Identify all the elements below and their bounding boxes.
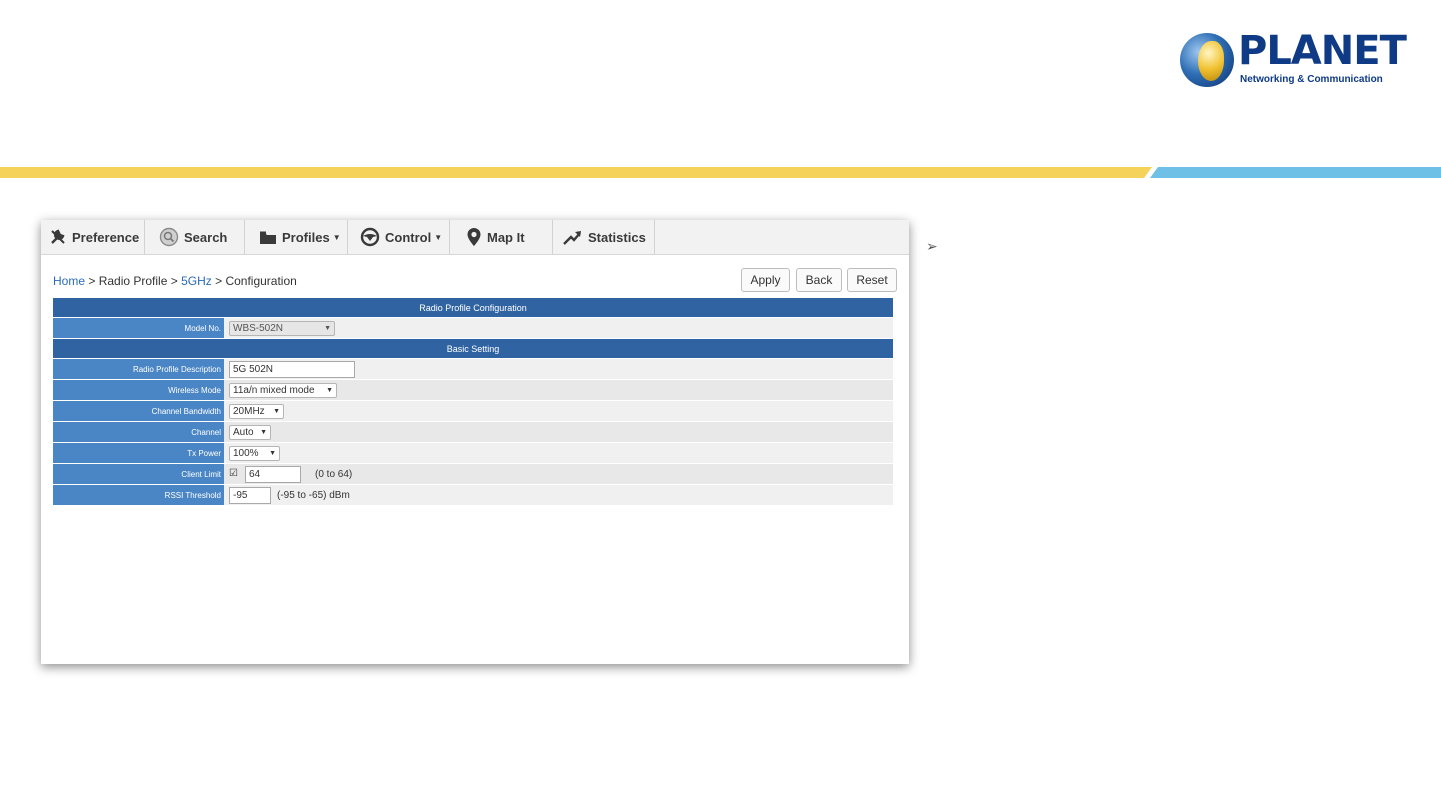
nav-statistics-label: Statistics xyxy=(588,229,646,245)
chevron-down-icon: ▼ xyxy=(273,407,280,415)
model-label: Model No. xyxy=(53,318,224,338)
nav-map-it-label: Map It xyxy=(487,229,525,245)
logo-tagline: Networking & Communication xyxy=(1240,74,1383,85)
breadcrumb-current: > Configuration xyxy=(211,274,297,288)
wrench-icon xyxy=(51,229,65,244)
chevron-down-icon: ▼ xyxy=(269,449,276,457)
stripe-yellow xyxy=(0,167,1152,178)
nav-map-it[interactable]: Map It xyxy=(450,220,553,254)
nav-preference-label: Preference xyxy=(72,229,140,245)
screenshot-panel: Preference Search Profiles ▼ Control ▼ Map… xyxy=(41,220,909,664)
row-bandwidth: Channel Bandwidth 20MHz ▼ xyxy=(53,401,893,422)
map-pin-icon xyxy=(467,228,481,246)
steering-wheel-icon xyxy=(360,227,380,247)
client-limit-hint: (0 to 64) xyxy=(315,468,353,480)
chevron-down-icon: ▼ xyxy=(324,324,331,332)
wireless-mode-select[interactable]: 11a/n mixed mode ▼ xyxy=(229,382,337,398)
wireless-mode-label: Wireless Mode xyxy=(53,380,224,400)
reset-button[interactable]: Reset xyxy=(847,268,897,292)
apply-button[interactable]: Apply xyxy=(741,268,790,292)
channel-select[interactable]: Auto ▼ xyxy=(229,424,271,440)
description-cell: 5G 502N xyxy=(224,359,893,379)
row-description: Radio Profile Description 5G 502N xyxy=(53,359,893,380)
logo-wordmark: PLANET xyxy=(1238,28,1407,74)
rssi-input[interactable]: -95 xyxy=(229,486,271,504)
description-input[interactable]: 5G 502N xyxy=(229,360,355,378)
trend-arrow-icon xyxy=(563,231,581,245)
model-value: WBS-502N xyxy=(233,322,284,334)
rssi-cell: -95 (-95 to -65) dBm xyxy=(224,485,893,505)
chevron-down-icon: ▼ xyxy=(332,232,341,242)
row-rssi: RSSI Threshold -95 (-95 to -65) dBm xyxy=(53,485,893,506)
client-limit-input[interactable]: 64 xyxy=(245,465,301,483)
breadcrumb-separator: > Radio Profile > xyxy=(85,274,182,288)
rssi-hint: (-95 to -65) dBm xyxy=(277,489,350,501)
chevron-down-icon: ▼ xyxy=(260,428,267,436)
channel-value: Auto xyxy=(233,426,254,438)
model-select[interactable]: WBS-502N ▼ xyxy=(229,320,335,336)
nav-statistics[interactable]: Statistics xyxy=(553,220,655,254)
row-channel: Channel Auto ▼ xyxy=(53,422,893,443)
nav-profiles[interactable]: Profiles ▼ xyxy=(245,220,348,254)
bandwidth-cell: 20MHz ▼ xyxy=(224,401,893,421)
chevron-down-icon: ▼ xyxy=(434,232,443,242)
breadcrumb-home-link[interactable]: Home xyxy=(53,274,85,288)
row-client-limit: Client Limit ☑ 64 (0 to 64) xyxy=(53,464,893,485)
row-tx-power: Tx Power 100% ▼ xyxy=(53,443,893,464)
nav-preference[interactable]: Preference xyxy=(41,220,145,254)
tx-power-cell: 100% ▼ xyxy=(224,443,893,463)
section-header: Radio Profile Configuration xyxy=(53,298,893,318)
bandwidth-label: Channel Bandwidth xyxy=(53,401,224,421)
section-header: Basic Setting xyxy=(53,339,893,359)
nav-control-label: Control xyxy=(385,229,432,245)
search-icon xyxy=(159,227,179,247)
back-button[interactable]: Back xyxy=(796,268,842,292)
planet-logo: PLANET Networking & Communication xyxy=(1180,30,1407,90)
nav-profiles-label: Profiles xyxy=(282,229,330,245)
client-limit-label: Client Limit xyxy=(53,464,224,484)
description-label: Radio Profile Description xyxy=(53,359,224,379)
bandwidth-select[interactable]: 20MHz ▼ xyxy=(229,403,284,419)
top-nav: Preference Search Profiles ▼ Control ▼ Map… xyxy=(41,220,909,255)
folder-icon xyxy=(260,231,276,244)
tx-power-select[interactable]: 100% ▼ xyxy=(229,445,280,461)
globe-icon xyxy=(1180,33,1234,87)
nav-search[interactable]: Search xyxy=(145,220,245,254)
rssi-label: RSSI Threshold xyxy=(53,485,224,505)
bandwidth-value: 20MHz xyxy=(233,405,265,417)
header-stripe xyxy=(0,167,1441,178)
bullet-arrow-icon: ➢ xyxy=(926,238,938,254)
row-model: Model No. WBS-502N ▼ xyxy=(53,318,893,339)
channel-cell: Auto ▼ xyxy=(224,422,893,442)
wireless-mode-cell: 11a/n mixed mode ▼ xyxy=(224,380,893,400)
wireless-mode-value: 11a/n mixed mode xyxy=(233,384,315,396)
stripe-blue xyxy=(1150,167,1441,178)
client-limit-cell: ☑ 64 (0 to 64) xyxy=(224,464,893,484)
channel-label: Channel xyxy=(53,422,224,442)
tx-power-label: Tx Power xyxy=(53,443,224,463)
config-table: Radio Profile Configuration Model No. WB… xyxy=(53,298,893,506)
model-cell: WBS-502N ▼ xyxy=(224,318,893,338)
tx-power-value: 100% xyxy=(233,447,259,459)
breadcrumb: Home > Radio Profile > 5GHz > Configurat… xyxy=(53,274,297,288)
client-limit-checkbox[interactable]: ☑ xyxy=(229,469,239,479)
row-wireless-mode: Wireless Mode 11a/n mixed mode ▼ xyxy=(53,380,893,401)
nav-control[interactable]: Control ▼ xyxy=(348,220,450,254)
chevron-down-icon: ▼ xyxy=(326,386,333,394)
breadcrumb-band-link[interactable]: 5GHz xyxy=(181,274,212,288)
nav-search-label: Search xyxy=(184,229,228,245)
